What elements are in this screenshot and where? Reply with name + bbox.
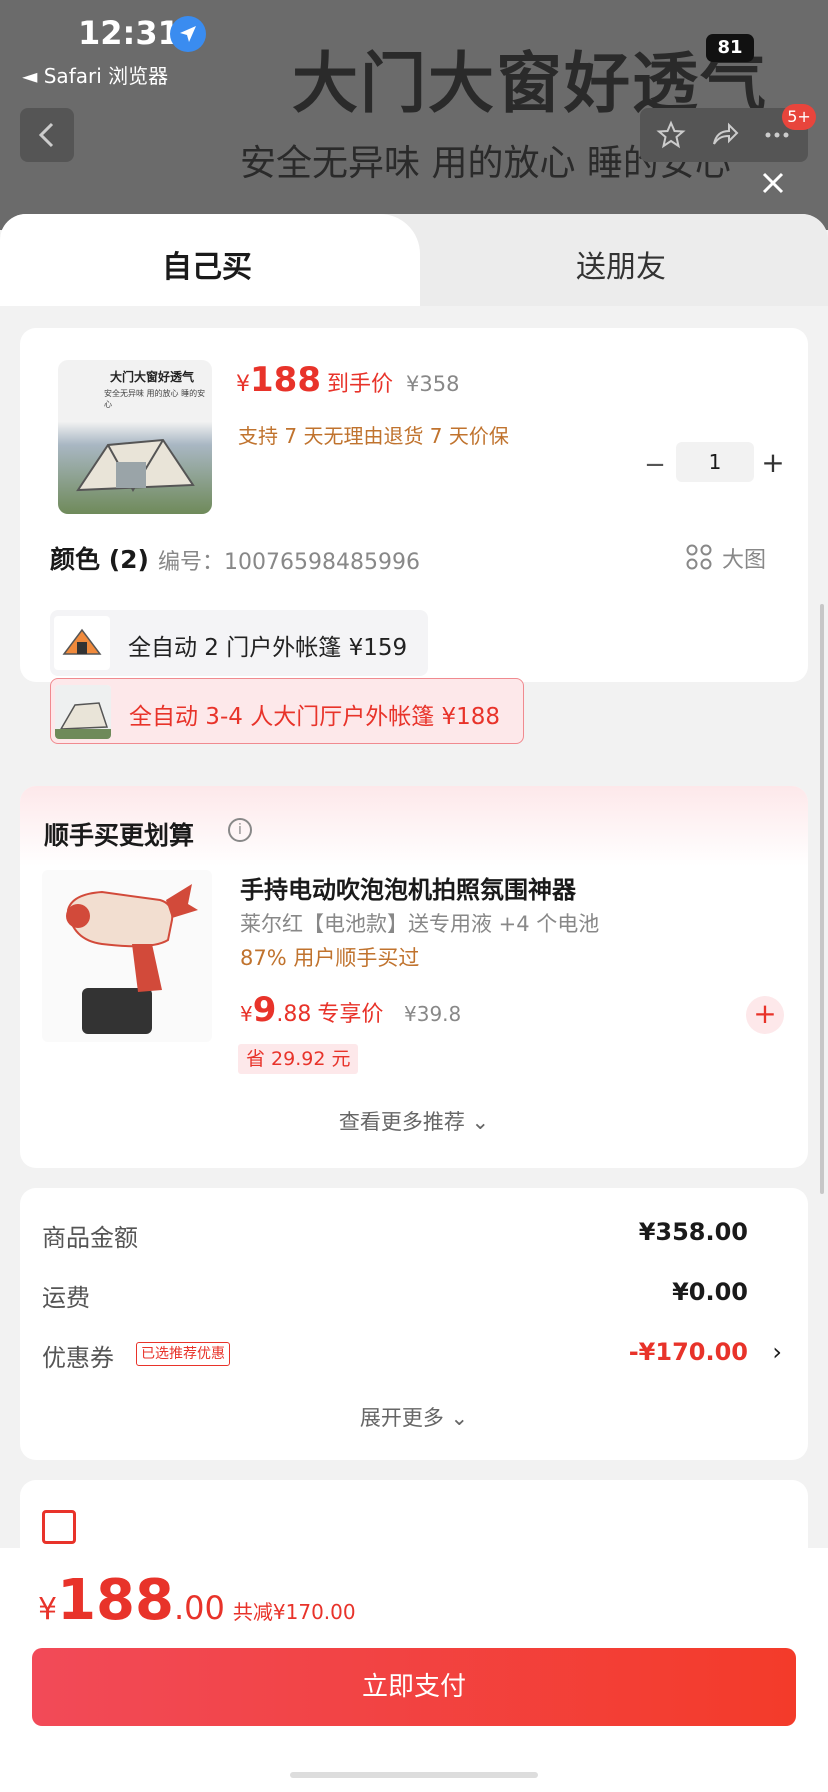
grid-icon[interactable] [686,544,712,570]
price-value: 188 [250,360,321,400]
total-int: 188 [57,1568,174,1633]
variant-option-selected[interactable]: 全自动 3-4 人大门厅户外帐篷 ¥188 [50,678,524,744]
coupon-tag: 已选推荐优惠 [136,1342,230,1366]
shipping-value: ¥0.00 [672,1278,748,1306]
close-icon[interactable] [758,168,788,198]
sku-number: 编号：10076598485996 [158,550,420,575]
pay-now-button[interactable]: 立即支付 [32,1648,796,1726]
status-time: 12:31 [78,14,180,52]
final-price: ¥188 到手价 [236,360,393,400]
price-symbol: ¥ [38,1592,58,1627]
addon-image[interactable] [42,870,212,1042]
back-to-safari-link[interactable]: ◄ Safari 浏览器 [22,60,168,89]
addon-name[interactable]: 手持电动吹泡泡机拍照氛围神器 [240,870,576,905]
variant-thumbnail [54,616,110,670]
addon-card: 顺手买更划算 i 手持电动吹泡泡机拍照氛围神器 莱尔红【电池款】送专用液 +4 … [20,786,808,1168]
total-price: ¥188.00 共减¥170.00 [38,1568,356,1633]
coupon-label[interactable]: 优惠券 [42,1338,114,1373]
chevron-right-icon[interactable]: › [772,1338,782,1366]
shipping-label: 运费 [42,1284,90,1312]
tent-image [76,438,195,492]
quantity-input[interactable]: 1 [676,442,754,482]
add-addon-button[interactable]: + [746,996,784,1034]
price-dec: .88 [276,1002,312,1027]
scrollbar[interactable] [820,604,824,1194]
service-guarantee: 支持 7 天无理由退货 7 天价保 [238,424,509,448]
addon-title: 顺手买更划算 [44,821,195,850]
price-tag: 专享价 [317,1002,384,1027]
color-title: 颜色 (2) [50,545,149,574]
purchase-sheet: 自己买 送朋友 大门大窗好透气 安全无异味 用的放心 睡的安心 ¥188 到手价 … [0,214,828,1792]
addon-spec: 莱尔红【电池款】送专用液 +4 个电池 [240,912,600,936]
addon-original-price: ¥39.8 [404,1002,462,1026]
thumb-subtitle: 安全无异味 用的放心 睡的安心 [104,389,206,409]
back-button[interactable] [20,108,74,162]
original-price: ¥358 [406,372,460,396]
background-page: 大门大窗好透气 安全无异味 用的放心 睡的安心 12:31 ◄ Safari 浏… [0,0,828,230]
tab-bar: 自己买 送朋友 [0,214,828,306]
save-badge: 省 29.92 元 [238,1044,359,1074]
goods-amount-label: 商品金额 [42,1224,138,1252]
price-symbol: ¥ [240,1002,253,1026]
variant-label: 全自动 3-4 人大门厅户外帐篷 ¥188 [129,704,501,730]
price-tag: 到手价 [326,372,393,397]
variant-label: 全自动 2 门户外帐篷 ¥159 [128,635,408,661]
more-recommendations-link[interactable]: 查看更多推荐 ⌄ [20,1106,808,1136]
goods-amount-value: ¥358.00 [638,1218,748,1246]
total-dec: .00 [174,1589,225,1627]
variant-option[interactable]: 全自动 2 门户外帐篷 ¥159 [50,610,428,676]
price-int: 9 [252,990,277,1030]
tab-buy-for-self-label[interactable]: 自己买 [162,242,252,286]
quantity-plus-button[interactable]: + [758,446,788,479]
big-picture-button[interactable]: 大图 [722,542,766,574]
addon-price: ¥9.88 专享价 [240,990,383,1030]
info-icon[interactable]: i [228,818,252,842]
expand-more-link[interactable]: 展开更多 ⌄ [20,1402,808,1432]
total-saved: 共减¥170.00 [232,1600,356,1624]
checkout-bar: ¥188.00 共减¥170.00 立即支付 [0,1548,828,1792]
variant-thumbnail [55,685,111,739]
share-icon[interactable] [710,120,740,150]
quantity-minus-button[interactable]: − [640,450,670,480]
product-card: 大门大窗好透气 安全无异味 用的放心 睡的安心 ¥188 到手价 ¥358 支持 … [20,328,808,744]
checkbox-icon[interactable] [42,1510,76,1544]
thumb-title: 大门大窗好透气 [110,370,195,384]
product-thumbnail[interactable]: 大门大窗好透气 安全无异味 用的放心 睡的安心 [58,360,212,514]
coupon-value[interactable]: -¥170.00 [629,1338,748,1366]
addon-purchase-rate: 87% 用户顺手买过 [240,946,420,970]
location-icon [170,16,206,52]
order-summary-card: 商品金额 ¥358.00 运费 ¥0.00 优惠券 已选推荐优惠 -¥170.0… [20,1188,808,1460]
price-symbol: ¥ [236,372,250,397]
battery-icon: 81 [706,34,754,62]
home-indicator [290,1772,538,1778]
tab-send-to-friend[interactable]: 送朋友 [576,242,666,286]
star-icon[interactable] [656,120,686,150]
notification-badge: 5+ [782,104,816,130]
